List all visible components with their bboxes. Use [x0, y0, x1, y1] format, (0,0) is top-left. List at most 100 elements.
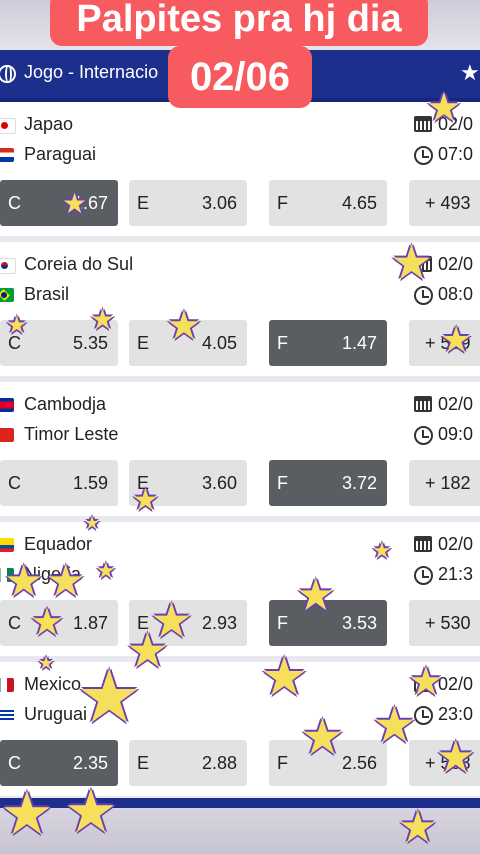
odd-button-draw[interactable]: E 3.60: [129, 460, 247, 506]
nigeria-flag-icon: [0, 568, 14, 582]
calendar-icon: [414, 396, 432, 412]
odd-label: F: [277, 473, 288, 493]
japan-flag-icon: [0, 118, 16, 134]
clock-icon: [414, 146, 433, 165]
match-time: 23:0: [438, 704, 474, 724]
match-card: Japao Paraguai 02/0 07:0 C 1.67 E 3.06 F…: [0, 102, 480, 242]
match-card: Mexico Uruguai 02/0 23:0 C 2.35 E 2.88 F…: [0, 662, 480, 802]
odd-button-draw[interactable]: E 2.93: [129, 600, 247, 646]
timor-leste-flag-icon: [0, 428, 14, 442]
odd-button-away[interactable]: F 1.47: [269, 320, 387, 366]
korea-flag-icon: [0, 258, 16, 274]
more-markets-button[interactable]: + 182: [409, 460, 480, 506]
odd-value: 2.88: [201, 753, 237, 773]
match-date: 02/0: [438, 394, 474, 414]
home-team: Cambodja: [24, 394, 107, 414]
match-time: 21:3: [438, 564, 474, 584]
odd-label: E: [137, 473, 150, 493]
away-team: Timor Leste: [24, 424, 119, 444]
competition-label: Jogo - Internacio: [24, 62, 159, 82]
odd-value: 1.59: [72, 473, 108, 493]
match-date: 02/0: [438, 254, 474, 274]
odd-value: 5.35: [72, 333, 108, 353]
calendar-icon: [414, 256, 432, 272]
star-icon[interactable]: ★: [460, 60, 480, 86]
uruguay-flag-icon: [0, 708, 14, 722]
away-team: Uruguai: [24, 704, 88, 724]
odd-button-away[interactable]: F 3.72: [269, 460, 387, 506]
away-team: Paraguai: [24, 144, 97, 164]
more-markets-count: + 568: [425, 753, 471, 773]
home-team: Japao: [24, 114, 74, 134]
home-team: Mexico: [24, 674, 82, 694]
odd-button-away[interactable]: F 3.53: [269, 600, 387, 646]
more-markets-count: + 182: [425, 473, 471, 493]
odd-button-home[interactable]: C 1.59: [0, 460, 118, 506]
odd-button-draw[interactable]: E 3.06: [129, 180, 247, 226]
ecuador-flag-icon: [0, 538, 14, 552]
match-date: 02/0: [438, 114, 474, 134]
away-team: Brasil: [24, 284, 70, 304]
clock-icon: [414, 706, 433, 725]
odd-label: E: [137, 613, 150, 633]
match-date: 02/0: [438, 674, 474, 694]
odd-button-home[interactable]: C 1.87: [0, 600, 118, 646]
odd-value: 3.53: [341, 613, 377, 633]
more-markets-count: + 493: [425, 193, 471, 213]
more-markets-button[interactable]: + 568: [409, 740, 480, 786]
odd-label: F: [277, 753, 288, 773]
odd-value: 1.87: [72, 613, 108, 633]
odd-value: 2.35: [72, 753, 108, 773]
overlay-title: Palpites pra hj dia: [50, 0, 428, 46]
clock-icon: [414, 426, 433, 445]
more-markets-count: + 530: [425, 613, 471, 633]
more-markets-button[interactable]: + 493: [409, 180, 480, 226]
odd-label: F: [277, 333, 288, 353]
cambodia-flag-icon: [0, 398, 14, 412]
odd-label: C: [8, 473, 21, 493]
clock-icon: [414, 566, 433, 585]
odd-button-draw[interactable]: E 2.88: [129, 740, 247, 786]
calendar-icon: [414, 676, 432, 692]
odd-value: 1.67: [72, 193, 108, 213]
odd-button-away[interactable]: F 4.65: [269, 180, 387, 226]
match-card: Cambodja Timor Leste 02/0 09:0 C 1.59 E …: [0, 382, 480, 522]
odd-label: C: [8, 753, 21, 773]
clock-icon: [414, 286, 433, 305]
odd-button-home[interactable]: C 2.35: [0, 740, 118, 786]
match-card: Equador Nigeria 02/0 21:3 C 1.87 E 2.93 …: [0, 522, 480, 662]
home-team: Coreia do Sul: [24, 254, 134, 274]
more-markets-count: + 559: [425, 333, 471, 353]
odd-label: C: [8, 613, 21, 633]
away-team: Nigeria: [24, 564, 82, 584]
odd-value: 1.47: [341, 333, 377, 353]
footer-background: [0, 808, 480, 854]
odd-value: 4.05: [201, 333, 237, 353]
brazil-flag-icon: [0, 288, 14, 302]
odd-value: 3.60: [201, 473, 237, 493]
match-date: 02/0: [438, 534, 474, 554]
odd-value: 2.93: [201, 613, 237, 633]
odd-value: 3.72: [341, 473, 377, 493]
odd-button-draw[interactable]: E 4.05: [129, 320, 247, 366]
odd-button-home[interactable]: C 5.35: [0, 320, 118, 366]
overlay-date: 02/06: [168, 46, 312, 108]
odd-label: C: [8, 193, 21, 213]
match-card: Coreia do Sul Brasil 02/0 08:0 C 5.35 E …: [0, 242, 480, 382]
odd-label: E: [137, 333, 150, 353]
paraguay-flag-icon: [0, 148, 14, 162]
match-time: 07:0: [438, 144, 474, 164]
calendar-icon: [414, 536, 432, 552]
odd-button-away[interactable]: F 2.56: [269, 740, 387, 786]
match-time: 08:0: [438, 284, 474, 304]
more-markets-button[interactable]: + 530: [409, 600, 480, 646]
odd-value: 2.56: [341, 753, 377, 773]
odd-label: E: [137, 193, 150, 213]
odd-label: C: [8, 333, 21, 353]
odd-label: E: [137, 753, 150, 773]
odd-button-home[interactable]: C 1.67: [0, 180, 118, 226]
mexico-flag-icon: [0, 678, 14, 692]
odd-label: F: [277, 193, 288, 213]
more-markets-button[interactable]: + 559: [409, 320, 480, 366]
calendar-icon: [414, 116, 432, 132]
